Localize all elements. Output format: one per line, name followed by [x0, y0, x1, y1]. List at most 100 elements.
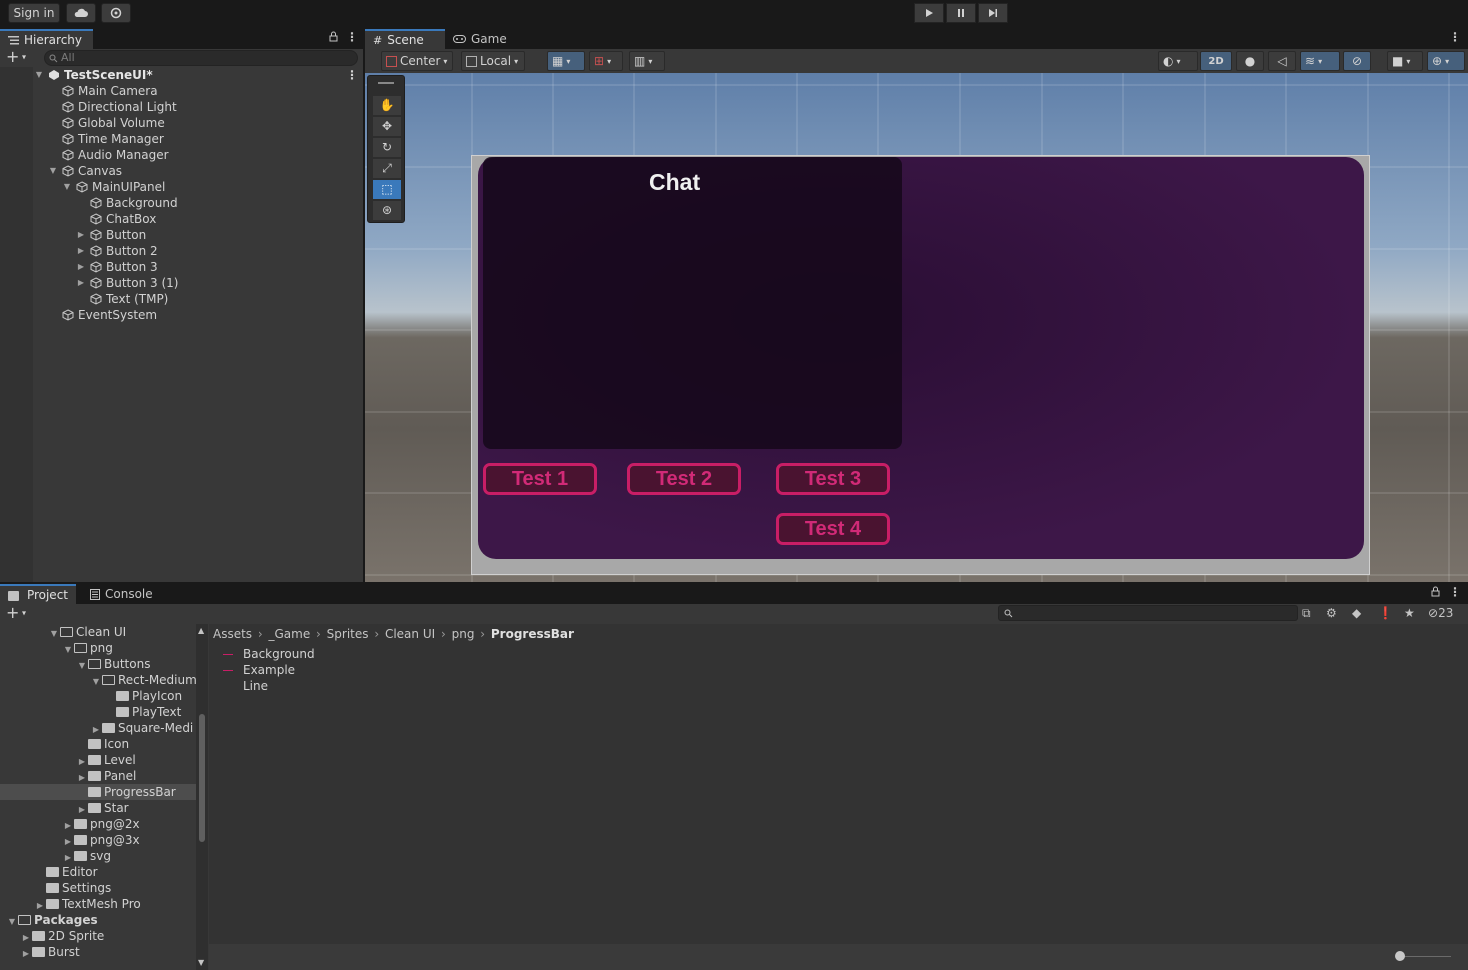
more-menu-icon[interactable]: ⋮ [1449, 30, 1461, 44]
folder-tree-item[interactable]: ▶ Level [0, 752, 196, 768]
hidden-packages-toggle[interactable]: ⊘23 [1428, 606, 1453, 620]
effects-dropdown[interactable]: ≋ ▾ [1300, 51, 1340, 71]
collapse-arrow-icon[interactable]: ▶ [76, 243, 86, 259]
sign-in-button[interactable]: Sign in [8, 3, 60, 23]
toggle-2d-button[interactable]: 2D [1200, 51, 1232, 71]
hierarchy-item[interactable]: ▶ Button [0, 227, 363, 243]
folder-tree-item[interactable]: PlayText [0, 704, 196, 720]
test-2-button[interactable]: Test 2 [627, 463, 741, 495]
folder-tree-item[interactable]: ▶ png@3x [0, 832, 196, 848]
folder-tree-item[interactable]: ▼ Packages [0, 912, 196, 928]
folder-tree-item[interactable]: ▼ Buttons [0, 656, 196, 672]
asset-item[interactable]: Background [223, 646, 315, 662]
rotate-tool[interactable]: ↻ [373, 138, 401, 157]
zoom-slider-track[interactable] [1399, 956, 1451, 957]
hierarchy-item[interactable]: ▼ Canvas [0, 163, 363, 179]
collapse-arrow-icon[interactable]: ▶ [76, 275, 86, 291]
hierarchy-item[interactable]: ▼ TestSceneUI* ⋮ [0, 67, 363, 83]
folder-tree-item[interactable]: ▼ Clean UI [0, 624, 196, 640]
space-dropdown[interactable]: Local ▾ [461, 51, 525, 71]
more-menu-icon[interactable]: ⋮ [1449, 585, 1461, 599]
tab-hierarchy[interactable]: Hierarchy [0, 29, 93, 49]
collab-button[interactable] [101, 3, 131, 23]
gizmos-dropdown[interactable]: ⊕ ▾ [1427, 51, 1465, 71]
visibility-toggle[interactable]: ⊘ [1343, 51, 1371, 71]
folder-tree-item[interactable]: ▶ Panel [0, 768, 196, 784]
folder-tree-item[interactable]: ▼ png [0, 640, 196, 656]
rect-tool[interactable]: ⬚ [373, 180, 401, 199]
search-mode-icon[interactable]: ⧉ [1302, 606, 1311, 621]
zoom-slider-thumb[interactable] [1395, 951, 1405, 961]
lock-icon[interactable] [1431, 586, 1440, 600]
lighting-toggle[interactable]: ● [1236, 51, 1264, 71]
tab-project[interactable]: Project [0, 584, 76, 604]
project-search-input[interactable] [998, 605, 1298, 621]
folder-tree-item[interactable]: ▶ png@2x [0, 816, 196, 832]
tab-console[interactable]: Console [82, 584, 162, 604]
expand-arrow-icon[interactable]: ▼ [62, 179, 72, 195]
collapse-arrow-icon[interactable]: ▶ [76, 227, 86, 243]
hierarchy-item[interactable]: ChatBox [0, 211, 363, 227]
hierarchy-item[interactable]: Text (TMP) [0, 291, 363, 307]
hierarchy-item[interactable]: Directional Light [0, 99, 363, 115]
folder-tree-item[interactable]: ProgressBar [0, 784, 196, 800]
hierarchy-item[interactable]: ▶ Button 3 [0, 259, 363, 275]
folder-tree-item[interactable]: PlayIcon [0, 688, 196, 704]
breadcrumb-item[interactable]: png [452, 627, 475, 641]
pause-button[interactable] [946, 3, 976, 23]
folder-tree-item[interactable]: ▶ 2D Sprite [0, 928, 196, 944]
breadcrumb-item[interactable]: ProgressBar [491, 627, 574, 641]
asset-item[interactable]: Example [223, 662, 295, 678]
folder-tree-item[interactable]: Icon [0, 736, 196, 752]
scale-tool[interactable]: ⤢ [373, 159, 401, 178]
test-4-button[interactable]: Test 4 [776, 513, 890, 545]
audio-toggle[interactable]: ◁ [1268, 51, 1296, 71]
folder-tree-item[interactable]: ▶ svg [0, 848, 196, 864]
favorites-icon[interactable]: ★ [1404, 606, 1415, 620]
cloud-button[interactable] [66, 3, 96, 23]
scene-viewport[interactable]: Chat Test 1 Test 2 Test 3 Test 4 ✋ ✥ ↻ ⤢… [365, 73, 1468, 582]
grid-snap-dropdown[interactable]: ▦ ▾ [547, 51, 585, 71]
collapse-arrow-icon[interactable]: ▶ [76, 259, 86, 275]
folder-tree-item[interactable]: ▶ TextMesh Pro [0, 896, 196, 912]
test-1-button[interactable]: Test 1 [483, 463, 597, 495]
hierarchy-item[interactable]: ▶ Button 2 [0, 243, 363, 259]
more-menu-icon[interactable]: ⋮ [346, 30, 358, 44]
filter-log-icon[interactable]: ❗ [1378, 606, 1393, 620]
tab-game[interactable]: Game [445, 29, 515, 49]
chat-box[interactable] [483, 157, 902, 449]
expand-arrow-icon[interactable]: ▼ [48, 163, 58, 179]
folder-tree-item[interactable]: ▶ Star [0, 800, 196, 816]
ruler-dropdown[interactable]: ▥ ▾ [629, 51, 665, 71]
hierarchy-item[interactable]: Global Volume [0, 115, 363, 131]
more-menu-icon[interactable]: ⋮ [346, 67, 358, 83]
hierarchy-item[interactable]: Main Camera [0, 83, 363, 99]
folder-tree-item[interactable]: Editor [0, 864, 196, 880]
drag-handle[interactable] [378, 82, 394, 84]
breadcrumb-item[interactable]: Sprites [327, 627, 369, 641]
hierarchy-item[interactable]: Audio Manager [0, 147, 363, 163]
filter-type-icon[interactable]: ⚙ [1326, 606, 1337, 620]
filter-label-icon[interactable]: ◆ [1352, 606, 1361, 620]
hand-tool[interactable]: ✋ [373, 96, 401, 115]
increment-snap-dropdown[interactable]: ⊞ ▾ [589, 51, 623, 71]
folder-tree-item[interactable]: ▶ Burst [0, 944, 196, 960]
folder-tree-item[interactable]: ▼ Rect-Medium [0, 672, 197, 688]
scrollbar-thumb[interactable] [199, 714, 205, 842]
breadcrumb-item[interactable]: _Game [269, 627, 311, 641]
folder-tree-item[interactable]: ▶ Square-Medi [0, 720, 196, 736]
breadcrumb-item[interactable]: Assets [213, 627, 252, 641]
play-button[interactable] [914, 3, 944, 23]
hierarchy-search-input[interactable]: All [44, 50, 358, 66]
hierarchy-item[interactable]: EventSystem [0, 307, 363, 323]
asset-item[interactable]: Line [223, 678, 268, 694]
draw-mode-dropdown[interactable]: ◐ ▾ [1158, 51, 1198, 71]
hierarchy-item[interactable]: ▶ Button 3 (1) [0, 275, 363, 291]
tree-scrollbar[interactable]: ▲ ▼ [196, 624, 208, 970]
hierarchy-item[interactable]: ▼ MainUIPanel [0, 179, 363, 195]
transform-tool[interactable]: ⊛ [373, 201, 401, 220]
lock-icon[interactable] [329, 31, 338, 45]
pivot-dropdown[interactable]: Center ▾ [381, 51, 453, 71]
camera-dropdown[interactable]: ■ ▾ [1387, 51, 1423, 71]
move-tool[interactable]: ✥ [373, 117, 401, 136]
